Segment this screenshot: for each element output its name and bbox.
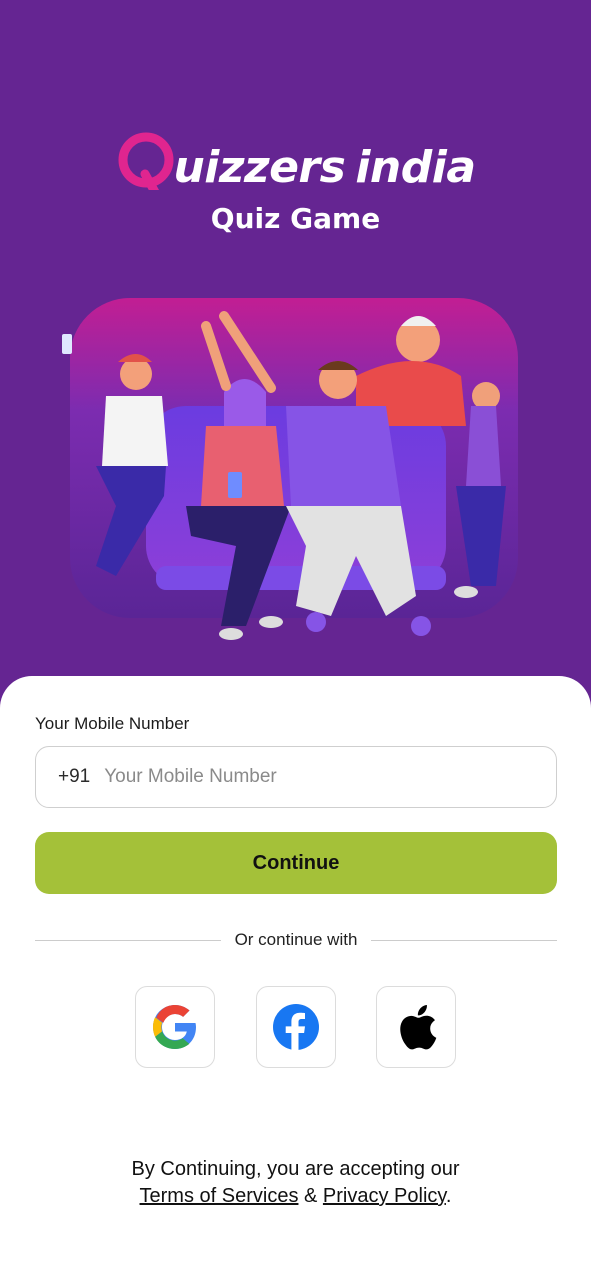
- terms-notice: By Continuing, you are accepting our Ter…: [0, 1156, 591, 1210]
- divider-text: Or continue with: [234, 930, 358, 949]
- terms-suffix: .: [445, 1185, 452, 1207]
- logo-india: india: [355, 142, 476, 193]
- mobile-number-input[interactable]: [104, 766, 505, 788]
- facebook-login-button[interactable]: [256, 986, 336, 1068]
- apple-icon: [400, 1005, 437, 1050]
- divider-line-right: [371, 939, 557, 941]
- mobile-number-field[interactable]: +91: [35, 746, 557, 808]
- privacy-policy-link[interactable]: Privacy Policy: [323, 1185, 446, 1207]
- terms-links-line: Terms of Services & Privacy Policy.: [0, 1183, 591, 1210]
- google-icon: [153, 1005, 196, 1049]
- facebook-icon: [273, 1004, 319, 1050]
- divider-line-left: [35, 939, 221, 941]
- friends-illustration: [62, 298, 518, 640]
- google-login-button[interactable]: [135, 986, 215, 1068]
- terms-prefix: By Continuing, you are accepting our: [131, 1158, 460, 1180]
- divider: Or continue with: [35, 928, 557, 952]
- app-subtitle: Quiz Game: [210, 202, 381, 235]
- terms-of-service-link[interactable]: Terms of Services: [140, 1185, 299, 1207]
- logo-word: uizzers: [173, 142, 346, 193]
- continue-button[interactable]: Continue: [35, 832, 557, 894]
- country-code[interactable]: +91: [58, 766, 90, 788]
- apple-login-button[interactable]: [376, 986, 456, 1068]
- mobile-number-label: Your Mobile Number: [35, 714, 190, 733]
- logo-q-mark: [115, 130, 177, 190]
- terms-amp: &: [304, 1185, 318, 1207]
- app-logo: uizzers india: [0, 130, 591, 200]
